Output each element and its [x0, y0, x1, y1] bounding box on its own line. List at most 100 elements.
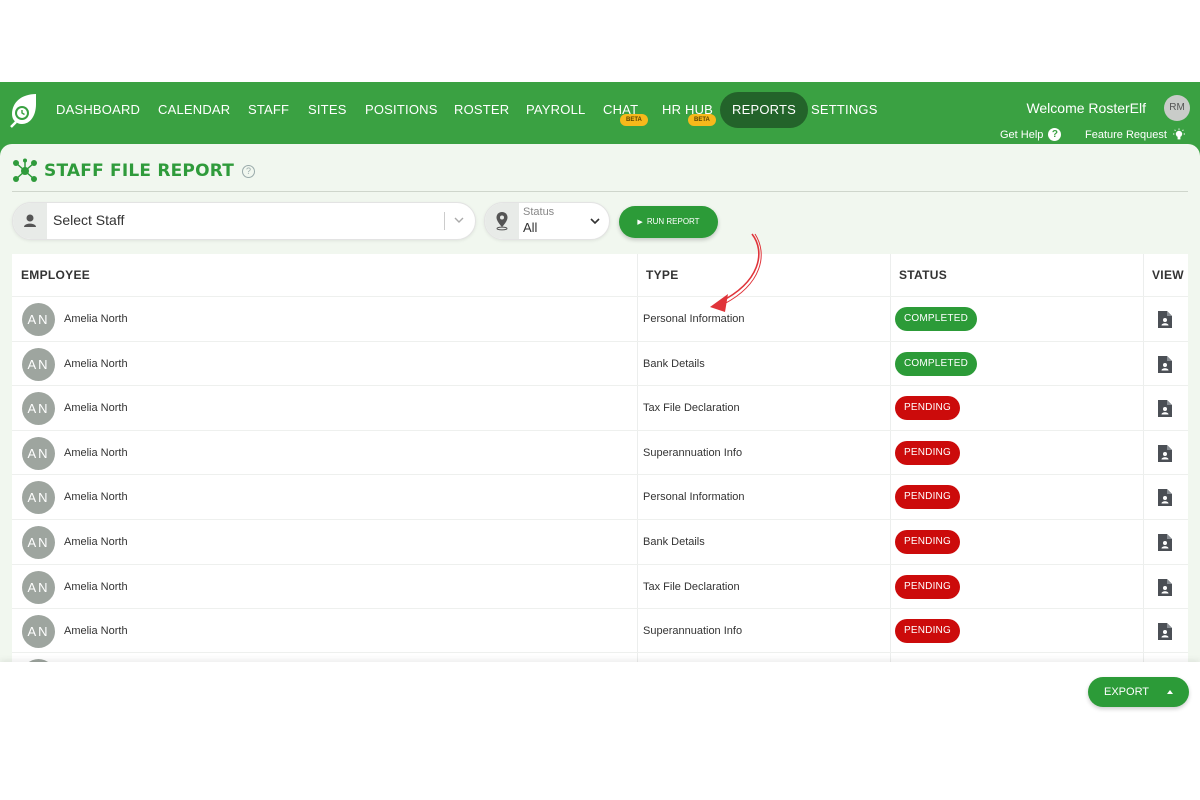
beta-badge: BETA: [688, 114, 716, 126]
file-type: Personal Information: [643, 491, 745, 504]
get-help-link[interactable]: Get Help ?: [1000, 128, 1062, 141]
footer-bar: [0, 662, 1200, 718]
employee-avatar: AN: [22, 570, 55, 604]
chevron-down-icon[interactable]: [453, 214, 465, 226]
file-type: Superannuation Info: [643, 446, 743, 459]
employee-avatar: AN: [22, 615, 55, 649]
help-circle-icon[interactable]: ?: [242, 164, 256, 178]
location-pin-icon: [496, 212, 508, 231]
status-label: Status: [523, 206, 555, 218]
employee-avatar: AN: [22, 347, 55, 381]
employee-name[interactable]: Amelia North: [64, 581, 128, 593]
table-row[interactable]: AN Amelia North Bank Details COMPLETED: [12, 340, 1188, 385]
status-badge: PENDING: [895, 396, 960, 421]
file-type: Superannuation Info: [643, 625, 743, 638]
rosterelf-logo-icon[interactable]: [8, 92, 38, 128]
export-button[interactable]: EXPORT: [1088, 677, 1189, 707]
column-header-view: VIEW: [1152, 268, 1184, 282]
view-document-icon[interactable]: [1157, 310, 1173, 329]
column-header-type[interactable]: TYPE: [646, 268, 679, 282]
nav-item-staff[interactable]: STAFF: [248, 92, 289, 128]
network-icon: [13, 158, 37, 182]
nav-item-settings[interactable]: SETTINGS: [811, 92, 878, 128]
status-badge: COMPLETED: [895, 351, 978, 376]
status-badge: PENDING: [895, 574, 960, 599]
employee-avatar: AN: [22, 526, 55, 559]
status-badge: PENDING: [895, 485, 960, 510]
view-document-icon[interactable]: [1157, 444, 1173, 463]
person-icon: [24, 214, 36, 227]
header-divider: [12, 191, 1188, 192]
nav-item-positions[interactable]: POSITIONS: [365, 92, 438, 128]
lightbulb-icon: [1172, 128, 1185, 140]
status-badge: COMPLETED: [895, 307, 978, 331]
nav-item-reports[interactable]: REPORTS: [720, 92, 809, 128]
view-document-icon[interactable]: [1157, 578, 1173, 597]
status-badge: PENDING: [895, 619, 960, 644]
nav-item-dashboard[interactable]: DASHBOARD: [56, 92, 140, 128]
employee-name[interactable]: Amelia North: [64, 358, 128, 370]
table-row[interactable]: AN Amelia North Tax File Declaration PENDIN…: [12, 385, 1188, 429]
nav-item-payroll[interactable]: PAYROLL: [526, 92, 585, 128]
status-select[interactable]: Status All: [484, 202, 610, 240]
status-value: All: [523, 220, 538, 235]
view-document-icon[interactable]: [1157, 488, 1173, 507]
page-header: STAFF FILE REPORT ?: [12, 158, 256, 184]
table-header: EMPLOYEE TYPE STATUS VIEW: [12, 254, 1188, 296]
location-icon-wrap: [485, 203, 519, 239]
employee-name[interactable]: Amelia North: [64, 313, 128, 325]
table-row[interactable]: AN Amelia North Tax File Declaration PENDIN…: [12, 563, 1188, 608]
table-row[interactable]: AN Amelia North Personal Information PENDIN…: [12, 474, 1188, 518]
get-help-label: Get Help: [1000, 128, 1044, 141]
top-navigation: DASHBOARD CALENDAR STAFF SITES POSITIONS ROST…: [0, 82, 1200, 144]
employee-name[interactable]: Amelia North: [64, 536, 128, 548]
play-icon: ▶: [637, 219, 643, 226]
employee-avatar: AN: [22, 436, 55, 470]
column-header-status[interactable]: STATUS: [899, 268, 947, 282]
nav-item-sites[interactable]: SITES: [308, 92, 347, 128]
table-row[interactable]: AN Amelia North Bank Details PENDING: [12, 519, 1188, 563]
nav-item-calendar[interactable]: CALENDAR: [158, 92, 230, 128]
status-badge: PENDING: [895, 530, 960, 554]
page-title: STAFF FILE REPORT: [44, 161, 235, 181]
view-document-icon[interactable]: [1157, 622, 1173, 641]
view-document-icon[interactable]: [1157, 355, 1173, 374]
file-type: Tax File Declaration: [643, 402, 740, 415]
view-document-icon[interactable]: [1157, 533, 1173, 552]
file-type: Personal Information: [643, 313, 745, 325]
report-table: EMPLOYEE TYPE STATUS VIEW AN Amelia North…: [12, 254, 1188, 718]
feature-request-link[interactable]: Feature Request: [1085, 128, 1186, 142]
view-document-icon[interactable]: [1157, 399, 1173, 418]
user-avatar[interactable]: RM: [1164, 95, 1190, 121]
run-report-label: RUN REPORT: [646, 217, 700, 226]
employee-name[interactable]: Amelia North: [64, 625, 128, 637]
feature-request-label: Feature Request: [1085, 129, 1167, 141]
column-header-employee[interactable]: EMPLOYEE: [21, 268, 90, 282]
chevron-down-icon[interactable]: [589, 215, 601, 227]
export-label: EXPORT: [1104, 686, 1150, 698]
beta-badge: BETA: [620, 114, 648, 126]
app-window: DASHBOARD CALENDAR STAFF SITES POSITIONS ROST…: [0, 82, 1200, 718]
staff-select[interactable]: Select Staff: [12, 202, 476, 240]
content-panel: STAFF FILE REPORT ? Select Staff Status …: [0, 144, 1200, 718]
table-row[interactable]: AN Amelia North Personal Information COMPLE…: [12, 296, 1188, 340]
staff-select-placeholder: Select Staff: [53, 212, 125, 228]
employee-name[interactable]: Amelia North: [64, 491, 128, 503]
caret-up-icon: [1167, 690, 1173, 694]
status-badge: PENDING: [895, 440, 960, 465]
file-type: Tax File Declaration: [643, 580, 740, 593]
file-type: Bank Details: [643, 357, 705, 370]
employee-avatar: AN: [22, 481, 55, 515]
select-separator: [444, 212, 445, 230]
employee-avatar: AN: [22, 392, 55, 426]
employee-name[interactable]: Amelia North: [64, 402, 128, 414]
table-row[interactable]: AN Amelia North Superannuation Info PENDING: [12, 429, 1188, 474]
question-icon: ?: [1048, 128, 1062, 141]
welcome-text: Welcome RosterElf: [1026, 100, 1146, 116]
person-icon-wrap: [13, 203, 47, 239]
nav-item-roster[interactable]: ROSTER: [454, 92, 509, 128]
table-row[interactable]: AN Amelia North Superannuation Info PENDING: [12, 608, 1188, 652]
run-report-button[interactable]: ▶ RUN REPORT: [619, 206, 718, 238]
employee-name[interactable]: Amelia North: [64, 447, 128, 459]
file-type: Bank Details: [643, 536, 705, 548]
